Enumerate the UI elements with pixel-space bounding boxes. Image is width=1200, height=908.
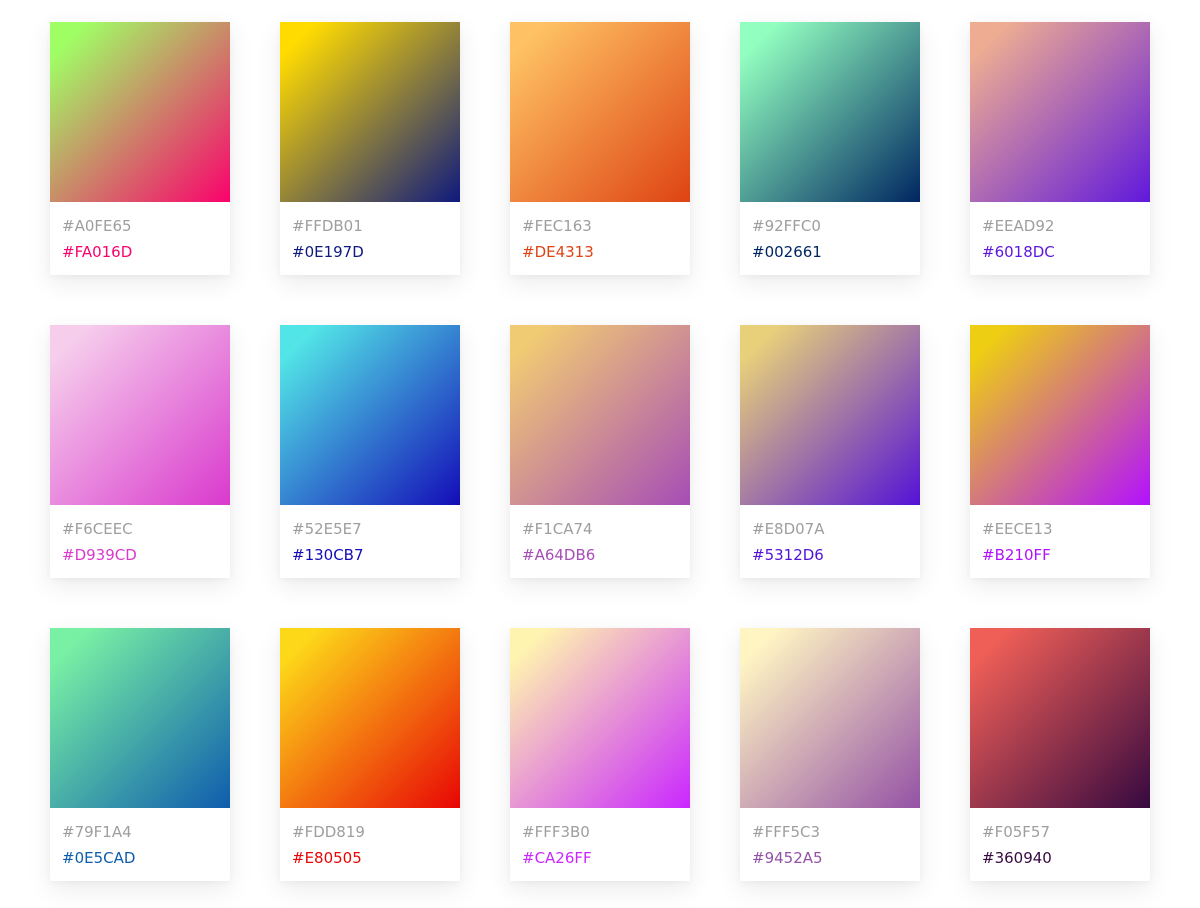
- gradient-swatch[interactable]: [50, 22, 230, 202]
- gradient-card[interactable]: #FEC163 #DE4313: [510, 22, 690, 275]
- gradient-swatch[interactable]: [970, 628, 1150, 808]
- gradient-swatch[interactable]: [740, 628, 920, 808]
- color-codes: #92FFC0 #002661: [740, 202, 920, 275]
- start-color-code[interactable]: #EECE13: [982, 520, 1053, 538]
- color-codes: #EECE13 #B210FF: [970, 505, 1150, 578]
- end-color-code[interactable]: #FA016D: [62, 243, 132, 261]
- gradient-card[interactable]: #FFF3B0 #CA26FF: [510, 628, 690, 881]
- end-color-code[interactable]: #0E5CAD: [62, 849, 135, 867]
- color-codes: #EEAD92 #6018DC: [970, 202, 1150, 275]
- gradient-swatch[interactable]: [510, 22, 690, 202]
- gradient-grid: #A0FE65 #FA016D #FFDB01 #0E197D #FEC163 #DE43…: [50, 22, 1150, 881]
- gradient-card[interactable]: #FFDB01 #0E197D: [280, 22, 460, 275]
- color-codes: #52E5E7 #130CB7: [280, 505, 460, 578]
- color-codes: #F05F57 #360940: [970, 808, 1150, 881]
- start-color-code[interactable]: #92FFC0: [752, 217, 821, 235]
- color-codes: #FFDB01 #0E197D: [280, 202, 460, 275]
- gradient-card[interactable]: #F1CA74 #A64DB6: [510, 325, 690, 578]
- end-color-code[interactable]: #DE4313: [522, 243, 594, 261]
- end-color-code[interactable]: #E80505: [292, 849, 362, 867]
- end-color-code[interactable]: #0E197D: [292, 243, 364, 261]
- start-color-code[interactable]: #F1CA74: [522, 520, 593, 538]
- gradient-swatch[interactable]: [740, 325, 920, 505]
- end-color-code[interactable]: #D939CD: [62, 546, 137, 564]
- gradient-swatch[interactable]: [280, 325, 460, 505]
- color-codes: #79F1A4 #0E5CAD: [50, 808, 230, 881]
- gradient-card[interactable]: #F05F57 #360940: [970, 628, 1150, 881]
- gradient-card[interactable]: #F6CEEC #D939CD: [50, 325, 230, 578]
- color-codes: #E8D07A #5312D6: [740, 505, 920, 578]
- gradient-swatch[interactable]: [510, 628, 690, 808]
- start-color-code[interactable]: #FFDB01: [292, 217, 363, 235]
- start-color-code[interactable]: #79F1A4: [62, 823, 132, 841]
- gradient-card[interactable]: #EECE13 #B210FF: [970, 325, 1150, 578]
- gradient-swatch[interactable]: [970, 325, 1150, 505]
- end-color-code[interactable]: #A64DB6: [522, 546, 595, 564]
- start-color-code[interactable]: #EEAD92: [982, 217, 1054, 235]
- gradient-swatch[interactable]: [50, 325, 230, 505]
- gradient-swatch[interactable]: [280, 628, 460, 808]
- color-codes: #F6CEEC #D939CD: [50, 505, 230, 578]
- gradient-card[interactable]: #E8D07A #5312D6: [740, 325, 920, 578]
- gradient-card[interactable]: #52E5E7 #130CB7: [280, 325, 460, 578]
- start-color-code[interactable]: #F05F57: [982, 823, 1050, 841]
- gradient-card[interactable]: #FDD819 #E80505: [280, 628, 460, 881]
- start-color-code[interactable]: #FEC163: [522, 217, 592, 235]
- end-color-code[interactable]: #130CB7: [292, 546, 364, 564]
- color-codes: #F1CA74 #A64DB6: [510, 505, 690, 578]
- start-color-code[interactable]: #FFF3B0: [522, 823, 590, 841]
- gradient-swatch[interactable]: [970, 22, 1150, 202]
- color-codes: #A0FE65 #FA016D: [50, 202, 230, 275]
- end-color-code[interactable]: #5312D6: [752, 546, 824, 564]
- end-color-code[interactable]: #002661: [752, 243, 822, 261]
- end-color-code[interactable]: #9452A5: [752, 849, 823, 867]
- gradient-swatch[interactable]: [740, 22, 920, 202]
- gradient-card[interactable]: #A0FE65 #FA016D: [50, 22, 230, 275]
- gradient-card[interactable]: #92FFC0 #002661: [740, 22, 920, 275]
- end-color-code[interactable]: #CA26FF: [522, 849, 592, 867]
- gradient-swatch[interactable]: [280, 22, 460, 202]
- gradient-card[interactable]: #FFF5C3 #9452A5: [740, 628, 920, 881]
- start-color-code[interactable]: #FFF5C3: [752, 823, 820, 841]
- gradient-swatch[interactable]: [510, 325, 690, 505]
- end-color-code[interactable]: #360940: [982, 849, 1052, 867]
- start-color-code[interactable]: #F6CEEC: [62, 520, 133, 538]
- start-color-code[interactable]: #52E5E7: [292, 520, 362, 538]
- end-color-code[interactable]: #6018DC: [982, 243, 1055, 261]
- color-codes: #FEC163 #DE4313: [510, 202, 690, 275]
- gradient-card[interactable]: #79F1A4 #0E5CAD: [50, 628, 230, 881]
- end-color-code[interactable]: #B210FF: [982, 546, 1051, 564]
- color-codes: #FFF5C3 #9452A5: [740, 808, 920, 881]
- gradient-swatch[interactable]: [50, 628, 230, 808]
- start-color-code[interactable]: #A0FE65: [62, 217, 132, 235]
- color-codes: #FDD819 #E80505: [280, 808, 460, 881]
- start-color-code[interactable]: #E8D07A: [752, 520, 825, 538]
- color-codes: #FFF3B0 #CA26FF: [510, 808, 690, 881]
- start-color-code[interactable]: #FDD819: [292, 823, 365, 841]
- gradient-card[interactable]: #EEAD92 #6018DC: [970, 22, 1150, 275]
